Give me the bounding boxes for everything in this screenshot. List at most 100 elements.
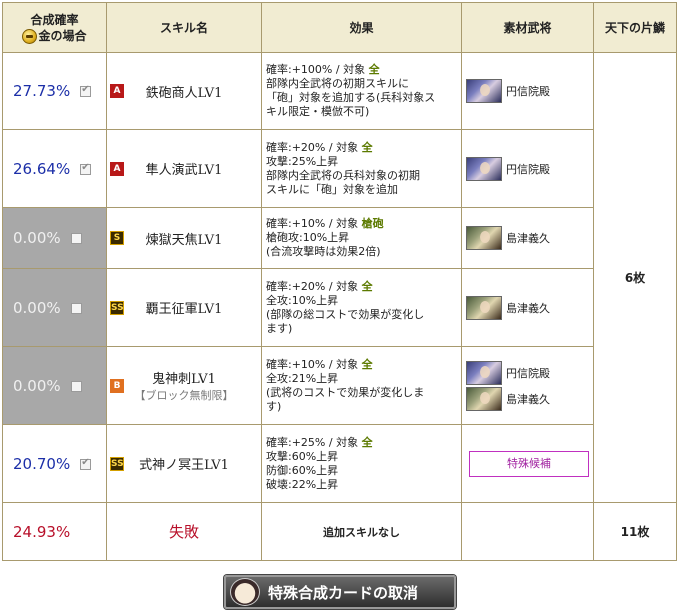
effect-line: 防御:60%上昇 xyxy=(266,464,457,478)
general-name: 島津義久 xyxy=(506,392,550,406)
skill-checkbox[interactable] xyxy=(70,233,82,244)
skill-row: 20.70% SS 式神ノ冥王LV1 確率:+25% / 対象 全攻撃:60%上昇防御… xyxy=(2,424,677,503)
rank-badge-icon: S xyxy=(110,231,124,245)
rate-cell: 27.73% xyxy=(2,52,107,130)
effect-line: 確率:+10% / 対象 槍砲 xyxy=(266,217,457,231)
skill-name: 煉獄天焦LV1 xyxy=(145,232,223,248)
effect-text: キル限定・模倣不可) xyxy=(266,105,370,118)
synthesis-table: 合成確率 金の場合 スキル名 効果 素材武将 天下の片鱗 27.73% A 鉄砲商人… xyxy=(2,2,677,561)
rate-cell: 0.00% xyxy=(2,346,107,425)
general-portrait-icon xyxy=(466,295,502,320)
effect-cell: 確率:+20% / 対象 全攻撃:25%上昇 部隊内全武将の兵科対象の初期 スキルに… xyxy=(261,129,462,208)
effect-text: す) xyxy=(266,399,282,413)
material-cell: 円信院殿 島津義久 xyxy=(461,346,594,425)
skill-name: 鉄砲商人LV1 xyxy=(145,85,223,101)
effect-cell: 確率:+25% / 対象 全攻撃:60%上昇 防御:60%上昇 破壊:22%上昇 xyxy=(261,424,462,503)
skill-row: 26.64% A 隼人演武LV1 確率:+20% / 対象 全攻撃:25%上昇部隊内全… xyxy=(2,129,677,208)
skill-header: スキル名 xyxy=(106,2,262,53)
material-general[interactable]: 島津義久 xyxy=(466,386,589,411)
rank-badge-icon: A xyxy=(110,161,124,176)
effect-text: スキルに「砲」対象を追加 xyxy=(266,182,398,196)
material-general[interactable]: 島津義久 xyxy=(466,295,589,320)
skill-cell: SS 覇王征軍LV1 xyxy=(106,268,262,347)
material-cell: 島津義久 xyxy=(461,268,594,347)
skill-checkbox[interactable] xyxy=(70,380,82,392)
effect-line: 破壊:22%上昇 xyxy=(266,478,457,492)
effect-text: 確率:+20% / 対象 xyxy=(266,279,362,293)
rate-value: 0.00% xyxy=(13,229,61,247)
special-candidate-button[interactable]: 特殊候補 xyxy=(469,450,589,477)
skill-row: 27.73%A鉄砲商人LV1確率:+100% / 対象 全部隊内全武将の初期スキ… xyxy=(2,52,677,503)
fail-effect: 追加スキルなし xyxy=(261,502,462,561)
effect-target: 全 xyxy=(361,435,373,449)
effect-target: 全 xyxy=(361,279,373,293)
material-general[interactable]: 円信院殿 xyxy=(466,156,589,181)
effect-text: (合流攻撃時は効果2倍) xyxy=(266,245,381,258)
effect-text: 攻撃:60%上昇 xyxy=(266,449,339,463)
effect-text: 全攻:21%上昇 xyxy=(266,371,339,385)
skill-row: 0.00% B 鬼神刺LV1 【ブロック無制限】 確率:+10% / 対象 全全攻:21… xyxy=(2,346,677,425)
rank-badge-icon: A xyxy=(110,84,124,98)
general-name: 円信院殿 xyxy=(506,85,550,98)
fail-rate: 24.93% xyxy=(2,502,107,561)
tenka-count: 6枚 xyxy=(593,52,677,503)
effect-text: 部隊内全武将の初期スキルに xyxy=(266,77,409,90)
material-header: 素材武将 xyxy=(461,2,594,53)
skill-row: 0.00% S 煉獄天焦LV1 確率:+10% / 対象 槍砲 槍砲攻:10%上昇 (合流… xyxy=(2,207,677,269)
effect-line: (武将のコストで効果が変化しま xyxy=(266,386,457,400)
material-cell: 特殊候補 xyxy=(461,424,594,503)
effect-text: 確率:+10% / 対象 xyxy=(266,357,362,371)
skill-name: 式神ノ冥王LV1 xyxy=(139,458,229,473)
effect-text: 確率:+100% / 対象 xyxy=(266,63,369,76)
effect-target: 全 xyxy=(368,63,380,76)
rate-cell: 26.64% xyxy=(2,129,107,208)
general-name: 円信院殿 xyxy=(506,162,550,176)
rate-value: 27.73% xyxy=(13,82,71,100)
general-portrait-icon xyxy=(466,156,502,181)
rank-badge-icon: SS xyxy=(110,300,124,315)
skill-checkbox[interactable] xyxy=(80,457,92,470)
effect-target: 全 xyxy=(361,357,373,371)
effect-line: 全攻:21%上昇 xyxy=(266,372,457,386)
effect-line: 攻撃:60%上昇 xyxy=(266,450,457,464)
rate-value: 0.00% xyxy=(13,376,61,395)
effect-line: 確率:+20% / 対象 全 xyxy=(266,280,457,294)
skill-checkbox[interactable] xyxy=(80,84,92,97)
material-general[interactable]: 島津義久 xyxy=(466,226,589,250)
material-cell: 円信院殿 xyxy=(461,129,594,208)
skill-name: 隼人演武LV1 xyxy=(145,163,223,178)
cancel-special-card-button[interactable]: 特殊合成カードの取消 xyxy=(224,575,456,609)
effect-text: 槍砲攻:10%上昇 xyxy=(266,231,350,244)
rate-header: 合成確率 金の場合 xyxy=(2,2,107,53)
material-cell: 島津義久 xyxy=(461,207,594,269)
effect-cell: 確率:+10% / 対象 槍砲 槍砲攻:10%上昇 (合流攻撃時は効果2倍) xyxy=(261,207,462,269)
effect-text: ます) xyxy=(266,321,293,335)
effect-text: (部隊の総コストで効果が変化し xyxy=(266,307,425,321)
effect-cell: 確率:+20% / 対象 全全攻:10%上昇 (部隊の総コストで効果が変化し ます) xyxy=(261,268,462,347)
effect-text: (武将のコストで効果が変化しま xyxy=(266,385,425,399)
effect-line: キル限定・模倣不可) xyxy=(266,105,457,119)
effect-text: 確率:+20% / 対象 xyxy=(266,140,362,154)
skill-cell: SS 式神ノ冥王LV1 xyxy=(106,424,262,503)
effect-text: 確率:+25% / 対象 xyxy=(266,435,362,449)
skill-checkbox[interactable] xyxy=(70,302,82,314)
effect-text: 攻撃:25%上昇 xyxy=(266,154,339,168)
effect-line: 攻撃:25%上昇 xyxy=(266,155,457,169)
effect-line: 「砲」対象を追加する(兵科対象ス xyxy=(266,91,457,105)
effect-line: (部隊の総コストで効果が変化し xyxy=(266,308,457,322)
effect-line: 部隊内全武将の兵科対象の初期 xyxy=(266,169,457,183)
cancel-button-label: 特殊合成カードの取消 xyxy=(268,583,419,602)
effect-text: 部隊内全武将の兵科対象の初期 xyxy=(266,168,420,182)
effect-text: 確率:+10% / 対象 xyxy=(266,217,362,230)
material-general[interactable]: 円信院殿 xyxy=(466,79,589,103)
effect-cell: 確率:+100% / 対象 全部隊内全武将の初期スキルに 「砲」対象を追加する(兵… xyxy=(261,52,462,130)
effect-line: す) xyxy=(266,400,457,414)
rate-value: 26.64% xyxy=(13,159,71,178)
skill-name: 鬼神刺LV1 xyxy=(152,372,216,387)
effect-text: 「砲」対象を追加する(兵科対象ス xyxy=(266,91,436,104)
skill-checkbox[interactable] xyxy=(80,162,92,175)
fail-tenka-count: 11枚 xyxy=(593,502,677,561)
material-general[interactable]: 円信院殿 xyxy=(466,360,589,385)
effect-line: 槍砲攻:10%上昇 xyxy=(266,231,457,245)
effect-line: 確率:+10% / 対象 全 xyxy=(266,358,457,372)
